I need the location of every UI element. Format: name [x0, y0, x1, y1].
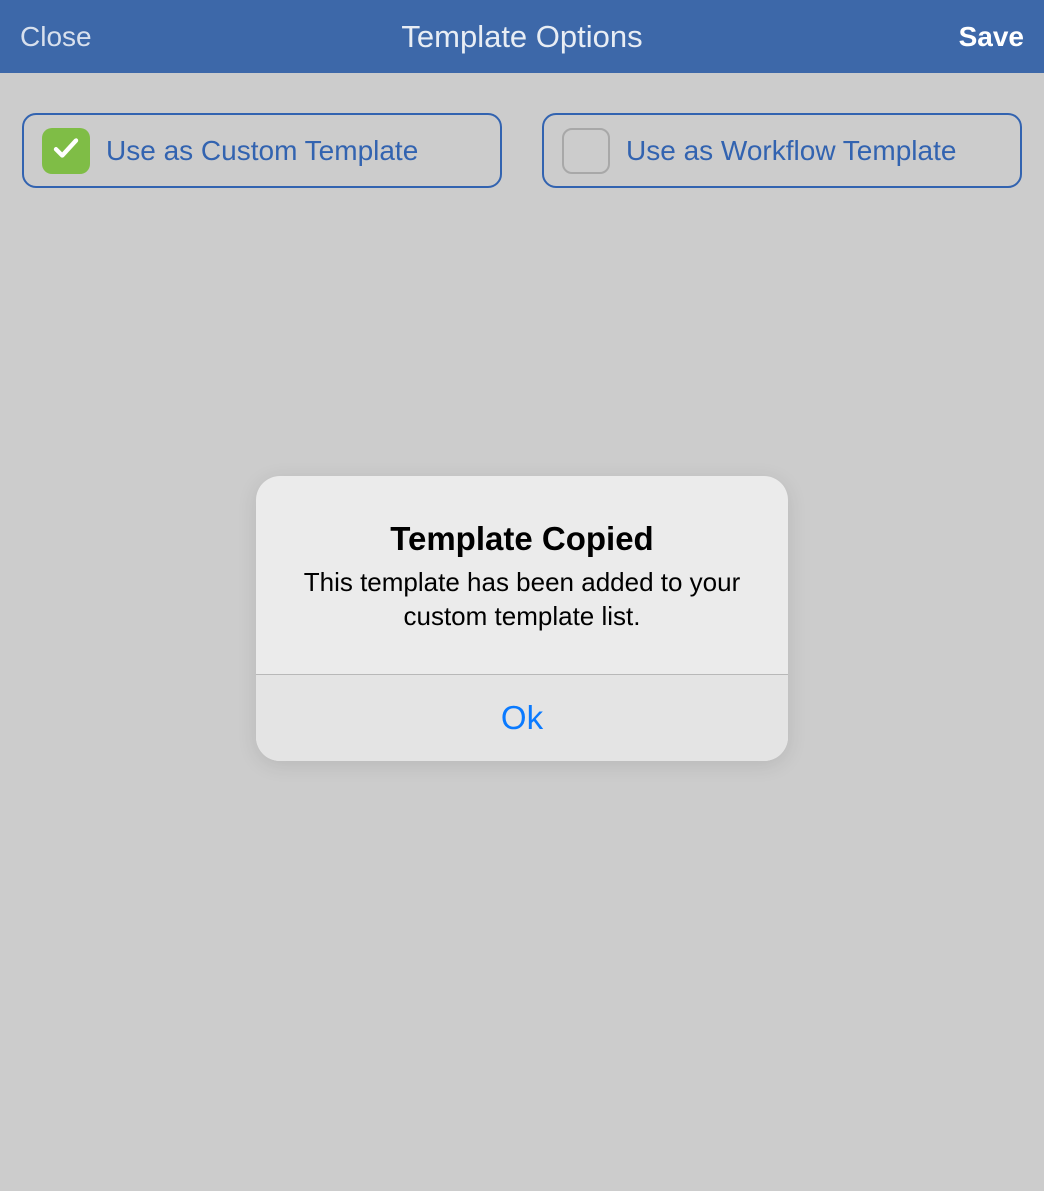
ok-button[interactable]: Ok [256, 675, 788, 761]
alert-message: This template has been added to your cus… [286, 566, 758, 634]
alert-title: Template Copied [286, 520, 758, 558]
modal-overlay: Template Copied This template has been a… [0, 0, 1044, 1191]
alert-dialog: Template Copied This template has been a… [256, 476, 788, 761]
alert-content: Template Copied This template has been a… [256, 476, 788, 674]
